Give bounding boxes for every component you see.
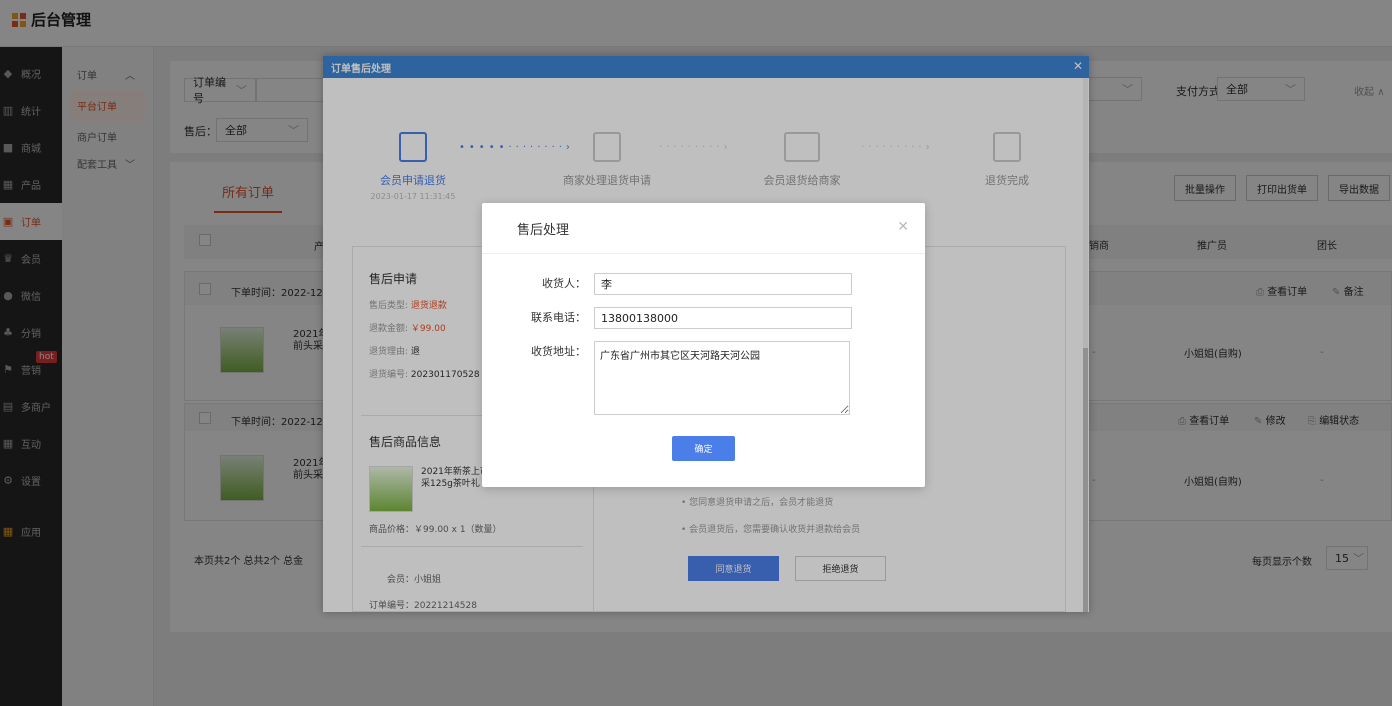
phone-label: 联系电话：: [531, 311, 586, 324]
aftersale-dialog: 售后处理 ✕ 收货人： 联系电话： 收货地址： 广东省广州市其它区天河路天河公园…: [482, 203, 925, 487]
address-textarea[interactable]: 广东省广州市其它区天河路天河公园: [594, 341, 850, 415]
phone-input[interactable]: [594, 307, 852, 329]
close-icon[interactable]: ✕: [897, 219, 909, 235]
dialog-header: 售后处理 ✕: [482, 203, 925, 254]
receiver-row: 收货人：: [482, 273, 852, 295]
receiver-label: 收货人：: [542, 277, 586, 290]
address-label: 收货地址：: [531, 345, 586, 358]
confirm-button[interactable]: 确定: [672, 436, 735, 461]
address-row: 收货地址： 广东省广州市其它区天河路天河公园: [482, 341, 850, 415]
receiver-input[interactable]: [594, 273, 852, 295]
dialog-title: 售后处理: [517, 222, 570, 238]
phone-row: 联系电话：: [482, 307, 852, 329]
